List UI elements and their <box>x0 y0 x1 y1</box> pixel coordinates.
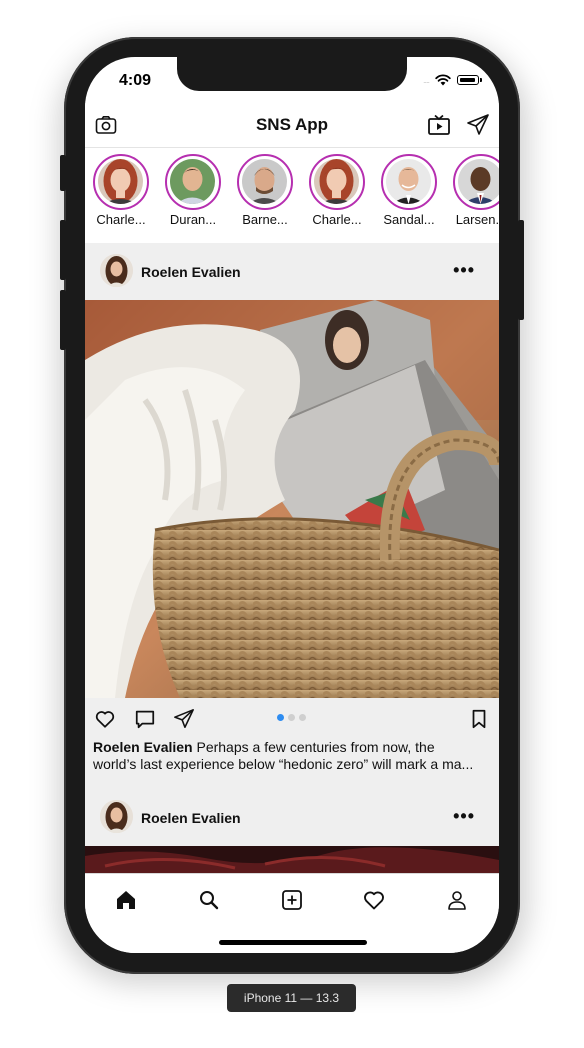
camera-icon[interactable] <box>94 113 118 137</box>
story-ring <box>237 154 293 210</box>
carousel-indicator <box>277 714 306 721</box>
post-avatar[interactable] <box>100 800 133 833</box>
post-caption: Roelen Evalien Perhaps a few centuries f… <box>93 739 491 773</box>
caption-text-line1: Perhaps a few centuries from now, the <box>192 739 435 755</box>
story-name: Barne... <box>242 212 288 227</box>
post-username[interactable]: Roelen Evalien <box>141 264 241 280</box>
comment-icon[interactable] <box>134 708 156 730</box>
carousel-dot <box>299 714 306 721</box>
heart-icon[interactable] <box>94 708 116 730</box>
story-ring <box>309 154 365 210</box>
device-label: iPhone 11 — 13.3 <box>227 984 356 1012</box>
story-name: Charle... <box>96 212 146 227</box>
post-header: Roelen Evalien ••• <box>85 790 499 846</box>
wifi-icon <box>435 74 451 86</box>
share-icon[interactable] <box>173 708 195 730</box>
story-ring <box>381 154 437 210</box>
tv-icon[interactable] <box>427 113 451 137</box>
avatar <box>170 159 215 204</box>
story-ring <box>453 154 499 210</box>
carousel-dot-active <box>277 714 284 721</box>
send-icon[interactable] <box>466 113 490 137</box>
add-post-icon[interactable] <box>280 888 304 912</box>
status-icons: .... <box>422 74 482 86</box>
story-item[interactable]: Charle... <box>92 154 150 227</box>
signal-icon: .... <box>422 75 430 85</box>
caption-username[interactable]: Roelen Evalien <box>93 739 193 755</box>
story-ring <box>165 154 221 210</box>
status-time: 4:09 <box>119 72 152 89</box>
stories-row: Charle... Duran... Barne... Charle... Sa… <box>85 148 499 243</box>
avatar <box>314 159 359 204</box>
story-name: Larsen... <box>455 212 499 227</box>
top-navbar: SNS App <box>85 103 499 148</box>
post-image[interactable] <box>85 300 499 698</box>
home-icon[interactable] <box>114 888 138 912</box>
more-options-icon[interactable]: ••• <box>453 260 475 281</box>
story-ring <box>93 154 149 210</box>
power-button <box>518 220 524 320</box>
more-options-icon[interactable]: ••• <box>453 806 475 827</box>
mute-switch <box>60 155 66 191</box>
notch <box>177 57 407 91</box>
story-item[interactable]: Duran... <box>164 154 222 227</box>
story-name: Charle... <box>312 212 362 227</box>
story-item[interactable]: Larsen... <box>452 154 499 227</box>
story-item[interactable]: Charle... <box>308 154 366 227</box>
home-indicator[interactable] <box>219 940 367 945</box>
volume-down-button <box>60 290 66 350</box>
search-icon[interactable] <box>197 888 221 912</box>
post-header: Roelen Evalien ••• <box>85 244 499 300</box>
caption-text-line2[interactable]: world’s last experience below “hedonic z… <box>93 756 491 773</box>
post-username[interactable]: Roelen Evalien <box>141 810 241 826</box>
app-screen: 4:09 .... SNS App Charle... Duran... Bar… <box>85 57 499 953</box>
bookmark-icon[interactable] <box>468 708 490 730</box>
profile-icon[interactable] <box>445 888 469 912</box>
story-name: Duran... <box>169 212 217 227</box>
app-title: SNS App <box>255 115 329 134</box>
avatar <box>386 159 431 204</box>
avatar <box>242 159 287 204</box>
bottom-tab-bar <box>85 873 499 953</box>
story-item[interactable]: Sandal... <box>380 154 438 227</box>
avatar <box>98 159 143 204</box>
avatar <box>458 159 499 204</box>
volume-up-button <box>60 220 66 280</box>
story-item[interactable]: Barne... <box>236 154 294 227</box>
activity-heart-icon[interactable] <box>362 888 386 912</box>
battery-icon <box>457 75 482 85</box>
post-avatar[interactable] <box>100 254 133 287</box>
story-name: Sandal... <box>383 212 435 227</box>
carousel-dot <box>288 714 295 721</box>
